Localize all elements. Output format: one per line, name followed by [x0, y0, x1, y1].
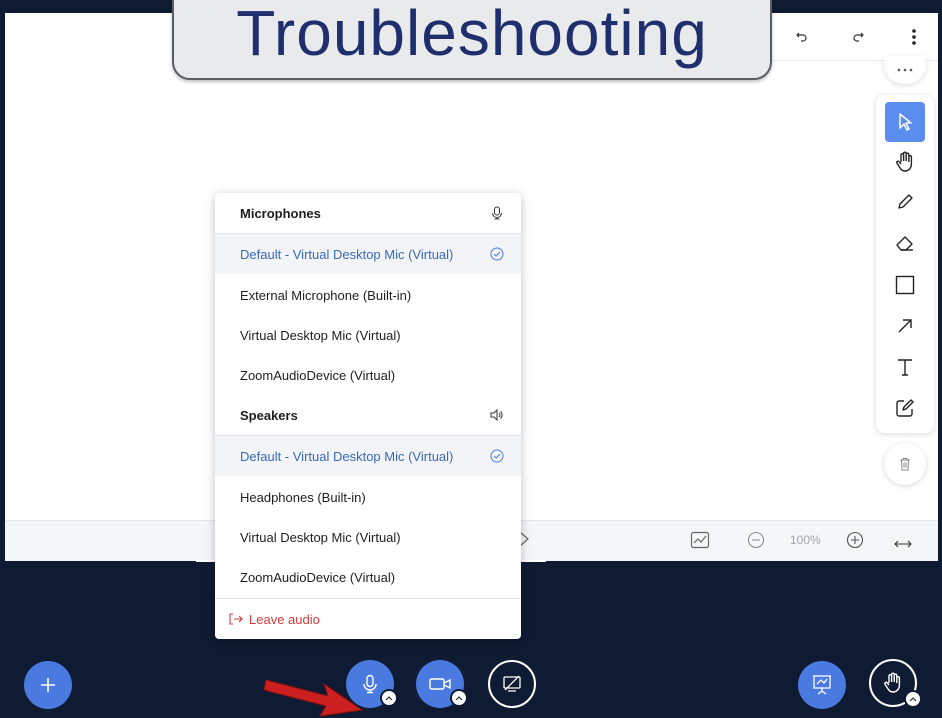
- check-circle-icon: [489, 246, 505, 262]
- speaker-option[interactable]: Virtual Desktop Mic (Virtual): [215, 517, 521, 557]
- speaker-option[interactable]: Default - Virtual Desktop Mic (Virtual): [215, 436, 521, 476]
- redo-icon[interactable]: [844, 23, 872, 51]
- hand-icon: [884, 672, 901, 693]
- pointer-icon[interactable]: [885, 102, 925, 142]
- undo-redo-bar: [772, 13, 938, 61]
- zoom-in-icon[interactable]: [846, 531, 864, 549]
- presentation-icon: [813, 675, 831, 695]
- camera-options-chevron[interactable]: [450, 689, 468, 707]
- pencil-icon[interactable]: [885, 182, 925, 222]
- zoom-out-icon[interactable]: [747, 531, 765, 549]
- presentation-button[interactable]: [798, 661, 846, 709]
- text-icon[interactable]: [885, 347, 925, 387]
- speaker-icon: [489, 407, 505, 423]
- annotation-arrow: [263, 679, 364, 717]
- eraser-icon[interactable]: [885, 223, 925, 263]
- zoom-level: 100%: [790, 533, 821, 547]
- microphone-option[interactable]: Virtual Desktop Mic (Virtual): [215, 315, 521, 355]
- audio-options-chevron[interactable]: [380, 689, 398, 707]
- chevron-up-icon: [455, 696, 463, 701]
- fit-width-icon[interactable]: [893, 536, 913, 548]
- trash-icon[interactable]: [884, 443, 926, 485]
- more-vertical-icon[interactable]: [900, 23, 928, 51]
- leave-audio-button[interactable]: Leave audio: [215, 599, 521, 639]
- arrow-icon[interactable]: [885, 306, 925, 346]
- drawing-toolbar: [876, 95, 934, 433]
- undo-icon[interactable]: [788, 23, 816, 51]
- banner-text: Troubleshooting: [236, 0, 708, 69]
- microphone-option[interactable]: ZoomAudioDevice (Virtual): [215, 355, 521, 395]
- check-circle-icon: [489, 448, 505, 464]
- microphone-option[interactable]: Default - Virtual Desktop Mic (Virtual): [215, 234, 521, 274]
- logout-icon: [229, 613, 243, 625]
- title-banner: Troubleshooting: [172, 0, 772, 80]
- hand-options-chevron[interactable]: [904, 690, 922, 708]
- chevron-up-icon: [909, 697, 917, 702]
- note-icon[interactable]: [885, 388, 925, 428]
- video-icon: [429, 678, 451, 690]
- speaker-option[interactable]: ZoomAudioDevice (Virtual): [215, 557, 521, 597]
- microphone-option[interactable]: External Microphone (Built-in): [215, 275, 521, 315]
- plus-icon: [41, 678, 55, 692]
- speaker-option[interactable]: Headphones (Built-in): [215, 477, 521, 517]
- microphones-header: Microphones: [215, 193, 521, 233]
- actions-button[interactable]: [24, 661, 72, 709]
- hand-icon[interactable]: [885, 142, 925, 182]
- screen-share-button[interactable]: [488, 660, 536, 708]
- speakers-header: Speakers: [215, 395, 521, 435]
- microphone-icon: [489, 205, 505, 221]
- screen-share-off-icon: [503, 675, 521, 692]
- rectangle-icon[interactable]: [885, 265, 925, 305]
- audio-device-menu: Microphones Default - Virtual Desktop Mi…: [215, 193, 521, 639]
- chevron-up-icon: [385, 696, 393, 701]
- minimap-icon[interactable]: [690, 531, 710, 549]
